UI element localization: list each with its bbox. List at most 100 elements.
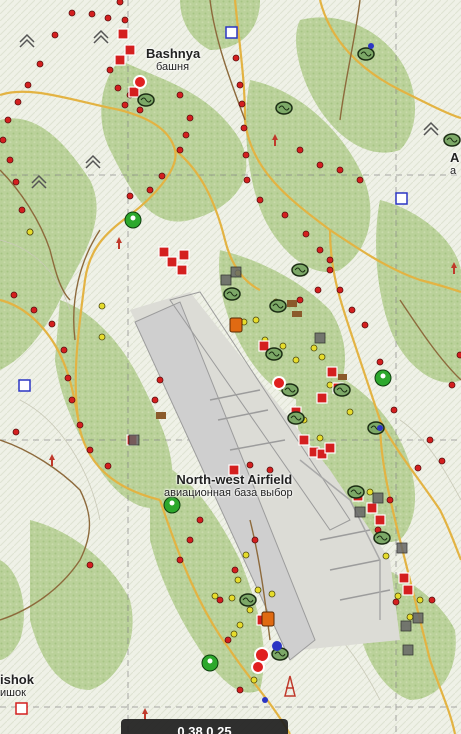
gray-marker — [128, 434, 140, 446]
track-dot — [231, 566, 239, 574]
track-dot — [121, 16, 129, 24]
track-dot — [182, 131, 190, 139]
loot-dot — [268, 590, 276, 598]
track-dot — [176, 91, 184, 99]
place-name: North-west Airfield — [176, 472, 293, 487]
track-dot — [86, 561, 94, 569]
gray-marker — [354, 506, 366, 518]
place-name: ishok — [0, 672, 34, 687]
track-dot — [51, 31, 59, 39]
track-dot — [392, 598, 400, 606]
loot-square — [326, 366, 338, 378]
track-dot — [151, 396, 159, 404]
track-dot — [316, 161, 324, 169]
track-dot — [232, 54, 240, 62]
loot-square — [166, 256, 178, 268]
loot-dot — [318, 353, 326, 361]
place-name-ru: башня — [156, 61, 190, 73]
loot-dot — [246, 606, 254, 614]
track-dot — [296, 146, 304, 154]
track-dot — [246, 461, 254, 469]
gray-marker — [400, 620, 412, 632]
track-dot — [4, 116, 12, 124]
loot-dot — [279, 342, 287, 350]
loot-dot — [326, 381, 334, 389]
track-dot — [136, 106, 144, 114]
loot-square — [366, 502, 378, 514]
place-name-ru: а — [450, 165, 457, 177]
place-name-ru: авиационная база выбор — [164, 487, 293, 499]
loot-square — [298, 434, 310, 446]
place-name-ru: ишок — [0, 687, 26, 699]
place-label-airfield: North-west Airfield авиационная база выб… — [164, 472, 293, 499]
loot-square — [374, 514, 386, 526]
loot-dot — [310, 344, 318, 352]
loot-dot — [250, 676, 258, 684]
loot-dot — [230, 630, 238, 638]
loot-dot — [98, 333, 106, 341]
track-dot — [456, 351, 461, 359]
track-dot — [126, 192, 134, 200]
track-dot — [236, 686, 244, 694]
map-view[interactable]: Bashnya башня North-west Airfield авиаци… — [0, 0, 461, 734]
loot-square — [402, 584, 414, 596]
track-dot — [114, 84, 122, 92]
track-dot — [68, 396, 76, 404]
gray-marker — [220, 274, 232, 286]
track-dot — [326, 256, 334, 264]
track-dot — [296, 296, 304, 304]
loot-dot — [234, 576, 242, 584]
loot-square — [176, 264, 188, 276]
loot-dot — [346, 408, 354, 416]
track-dot — [243, 176, 251, 184]
track-dot — [24, 81, 32, 89]
track-dot — [86, 446, 94, 454]
track-dot — [336, 286, 344, 294]
track-dot — [146, 186, 154, 194]
track-dot — [386, 496, 394, 504]
track-dot — [376, 358, 384, 366]
track-dot — [158, 172, 166, 180]
track-dot — [281, 211, 289, 219]
track-dot — [156, 376, 164, 384]
track-dot — [242, 151, 250, 159]
loot-dot — [406, 613, 414, 621]
track-dot — [106, 66, 114, 74]
track-dot — [60, 346, 68, 354]
track-dot — [116, 0, 124, 6]
track-dot — [251, 536, 259, 544]
track-dot — [428, 596, 436, 604]
place-label-edge-left: ishok ишок — [0, 672, 34, 699]
place-name: A — [450, 150, 460, 165]
track-dot — [186, 536, 194, 544]
track-dot — [448, 381, 456, 389]
track-dot — [36, 60, 44, 68]
loot-square — [114, 54, 126, 66]
loot-square — [398, 572, 410, 584]
loot-square — [178, 249, 190, 261]
track-dot — [390, 406, 398, 414]
track-dot — [176, 556, 184, 564]
loot-dot — [366, 488, 374, 496]
loot-square — [158, 246, 170, 258]
track-dot — [240, 124, 248, 132]
gray-marker — [412, 612, 424, 624]
track-dot — [121, 101, 129, 109]
place-name: Bashnya — [146, 46, 201, 61]
track-dot — [256, 196, 264, 204]
track-dot — [438, 457, 446, 465]
gray-marker — [230, 266, 242, 278]
loot-dot — [211, 592, 219, 600]
track-dot — [14, 98, 22, 106]
track-dot — [30, 306, 38, 314]
track-dot — [64, 374, 72, 382]
loot-dot — [26, 228, 34, 236]
loot-dot — [416, 596, 424, 604]
track-dot — [302, 230, 310, 238]
track-dot — [186, 114, 194, 122]
place-label-edge-right: A а — [450, 150, 459, 177]
track-dot — [196, 516, 204, 524]
place-label-bashnya: Bashnya башня — [146, 46, 200, 73]
track-dot — [104, 14, 112, 22]
track-dot — [314, 286, 322, 294]
